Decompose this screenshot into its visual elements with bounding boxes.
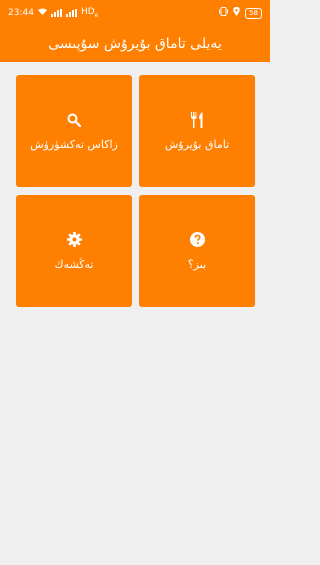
about-us-tile[interactable]: بىز؟ bbox=[139, 195, 255, 307]
network-type-label: HDe bbox=[80, 7, 99, 19]
question-circle-icon bbox=[189, 232, 205, 248]
about-us-label: بىز؟ bbox=[187, 257, 207, 271]
order-food-label: تاماق بۇيرۇش bbox=[164, 137, 230, 151]
status-bar: 23:44 HDe 58 bbox=[0, 0, 270, 26]
battery-indicator: 58 bbox=[245, 7, 262, 19]
order-food-tile[interactable]: تاماق بۇيرۇش bbox=[139, 75, 255, 187]
status-time: 23:44 bbox=[8, 7, 34, 18]
gear-icon bbox=[66, 232, 82, 248]
signal-icon bbox=[50, 8, 62, 17]
check-order-label: زاكاس تەكشۈرۈش bbox=[30, 137, 118, 151]
wifi-icon bbox=[37, 8, 47, 18]
signal-2-icon bbox=[65, 8, 77, 17]
settings-label: تەڭشەك bbox=[54, 257, 94, 271]
app-title: يەيلى تاماق بۇيرۇش سۇپىسى bbox=[48, 36, 222, 52]
app-bar: يەيلى تاماق بۇيرۇش سۇپىسى bbox=[0, 26, 270, 62]
search-icon bbox=[66, 112, 82, 128]
fork-knife-icon bbox=[189, 111, 205, 128]
settings-tile[interactable]: تەڭشەك bbox=[16, 195, 132, 307]
check-order-tile[interactable]: زاكاس تەكشۈرۈش bbox=[16, 75, 132, 187]
vibrate-icon bbox=[219, 7, 229, 19]
location-icon bbox=[233, 6, 240, 19]
